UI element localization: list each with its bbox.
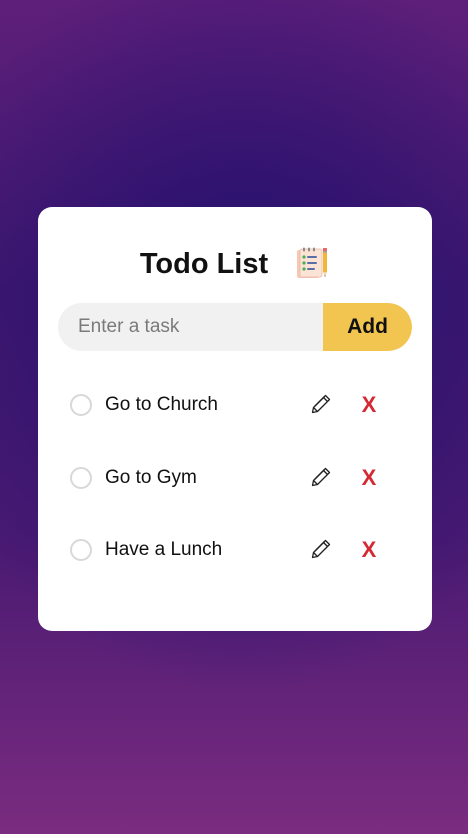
edit-task-button[interactable]: [308, 465, 334, 491]
list-item: Have a Lunch X: [38, 514, 432, 587]
delete-task-button[interactable]: X: [358, 537, 380, 563]
pencil-icon: [309, 395, 333, 419]
list-item: Go to Church X: [38, 369, 432, 442]
delete-task-button[interactable]: X: [358, 465, 380, 491]
task-input-row: Add: [58, 303, 412, 351]
task-checkbox[interactable]: [70, 466, 92, 489]
pencil-icon: [309, 540, 333, 564]
delete-task-button[interactable]: X: [358, 392, 380, 418]
edit-task-button[interactable]: [308, 392, 334, 418]
edit-task-button[interactable]: [308, 537, 334, 563]
todo-card: Todo List Enter a task Add Go to Church …: [38, 207, 432, 631]
task-text[interactable]: Go to Church: [105, 394, 218, 416]
pencil-icon: [309, 467, 333, 492]
list-item: Go to Gym X: [38, 442, 432, 515]
task-checkbox[interactable]: [70, 539, 92, 562]
header: Todo List: [38, 247, 432, 281]
task-list: Go to Church X Go to Gym X Have a Lunch …: [38, 369, 432, 587]
notepad-pencil-icon: [294, 247, 330, 281]
task-input[interactable]: [58, 303, 323, 351]
task-checkbox[interactable]: [70, 394, 92, 417]
page-title: Todo List: [139, 247, 269, 280]
add-task-button[interactable]: Add: [323, 303, 412, 351]
task-text[interactable]: Have a Lunch: [105, 539, 222, 561]
task-text[interactable]: Go to Gym: [105, 467, 197, 489]
